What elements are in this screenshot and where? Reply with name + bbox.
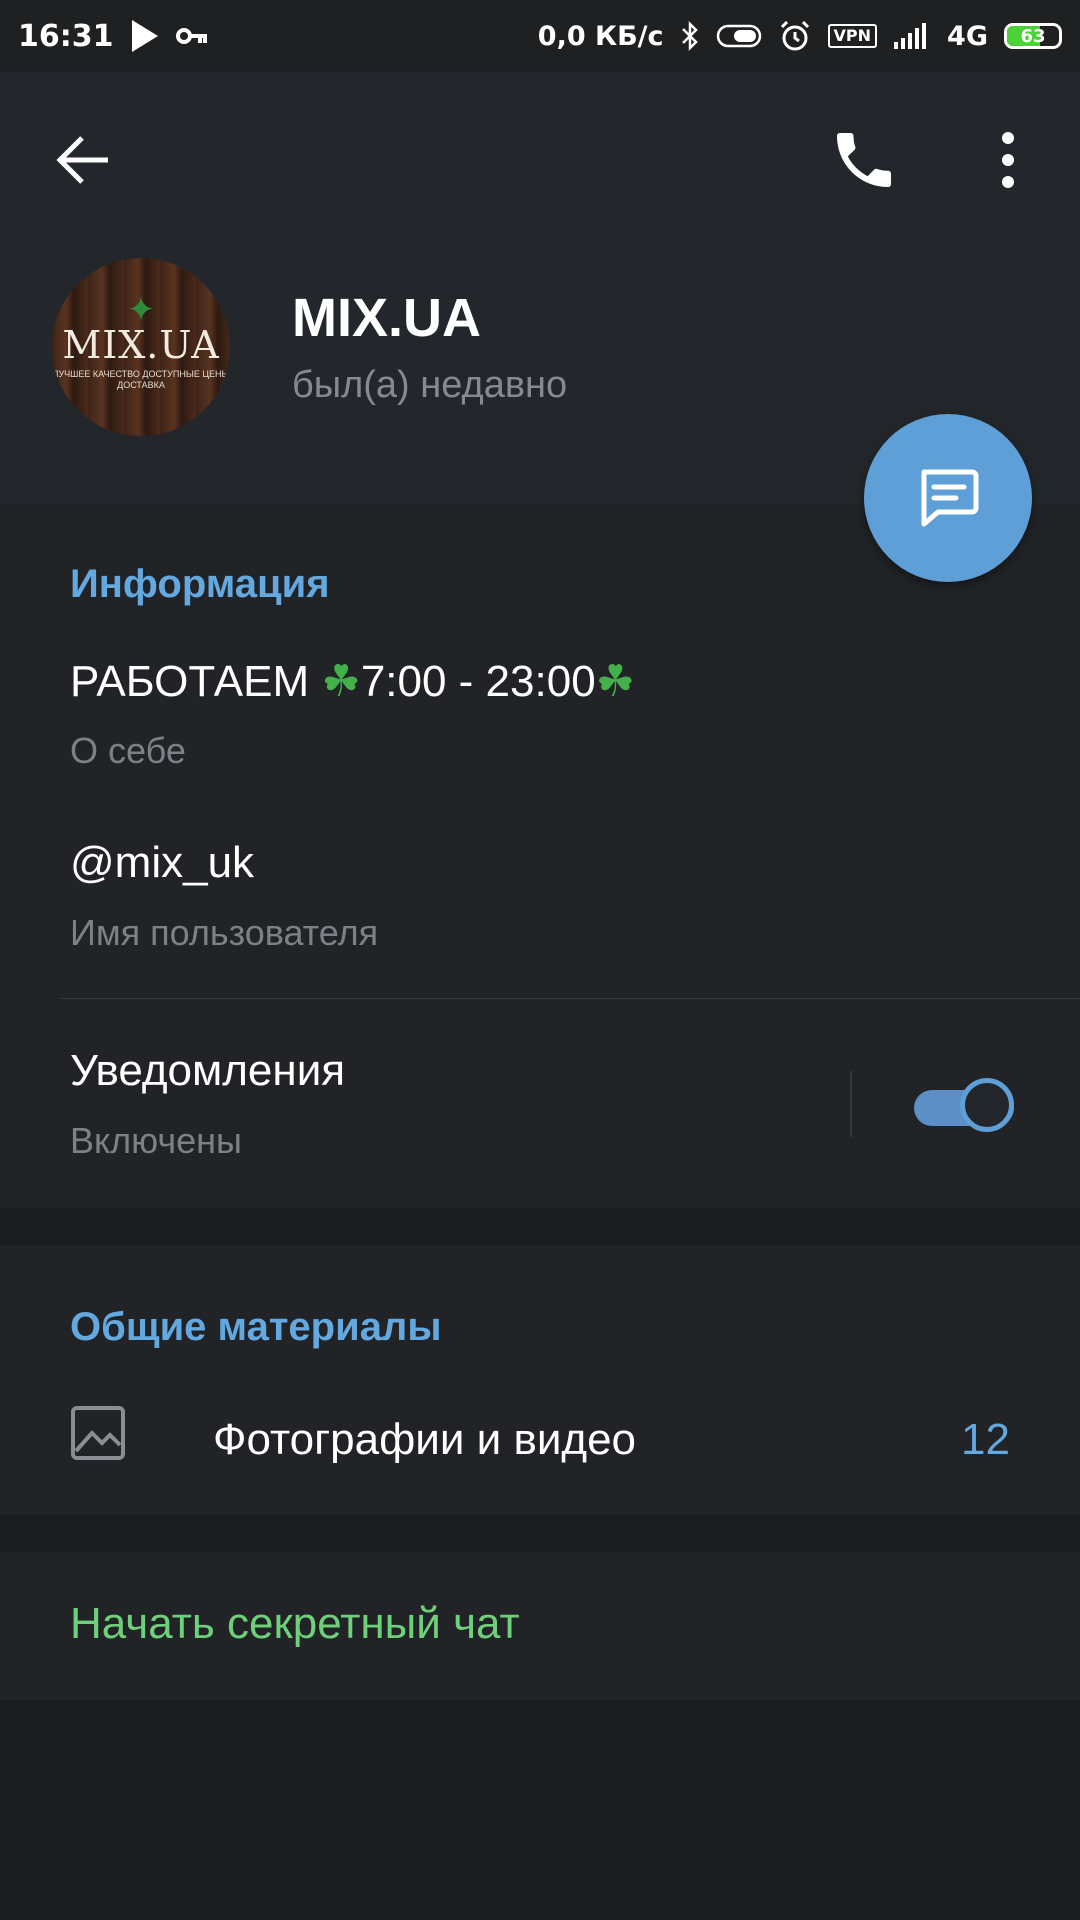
back-arrow-icon[interactable] (52, 128, 116, 192)
signal-icon (894, 23, 927, 49)
clover-icon: ☘ (595, 657, 636, 706)
photo-icon (71, 1406, 125, 1460)
vertical-divider (850, 1071, 852, 1137)
play-icon (131, 20, 158, 52)
network-speed: 0,0 КБ/с (537, 20, 664, 52)
leaf-icon: ✦ (126, 291, 156, 329)
send-message-button[interactable] (864, 414, 1032, 582)
network-type: 4G (947, 20, 988, 52)
divider (60, 998, 1080, 999)
photos-count: 12 (961, 1415, 1010, 1464)
vpn-icon: VPN (827, 24, 878, 48)
toggle-knob (960, 1078, 1014, 1132)
shared-media-section: Общие материалы Фотографии и видео 12 (0, 1245, 1080, 1515)
notifications-toggle[interactable] (914, 1074, 1018, 1138)
bluetooth-icon (681, 20, 698, 52)
message-icon (921, 469, 979, 527)
photos-videos-item[interactable]: Фотографии и видео (213, 1415, 636, 1465)
key-icon (175, 28, 207, 44)
battery-level: 63 (1020, 25, 1046, 47)
notifications-status: Включены (70, 1120, 242, 1161)
bio-hours: 7:00 - 23:00 (360, 657, 596, 706)
notifications-title[interactable]: Уведомления (70, 1046, 345, 1096)
avatar-logo-text: MIX.UA (62, 323, 220, 367)
battery-icon: 63 (1004, 23, 1062, 49)
info-section-title: Информация (70, 562, 330, 606)
alarm-icon (780, 20, 809, 51)
secret-chat-section: Начать секретный чат (0, 1552, 1080, 1700)
profile-name: MIX.UA (292, 288, 481, 348)
start-secret-chat-button[interactable]: Начать секретный чат (70, 1599, 520, 1649)
more-vert-icon[interactable] (984, 124, 1032, 196)
avatar[interactable]: ✦ MIX.UA ЛУЧШЕЕ КАЧЕСТВО ДОСТУПНЫЕ ЦЕНЫ … (52, 258, 230, 436)
clover-icon: ☘ (321, 657, 361, 706)
status-time: 16:31 (18, 18, 114, 54)
username-value[interactable]: @mix_uk (70, 838, 254, 888)
bio-prefix: РАБОТАЕМ (70, 657, 322, 706)
info-section: Информация РАБОТАЕМ ☘7:00 - 23:00☘ О себ… (0, 504, 1080, 1208)
phone-icon[interactable] (828, 124, 900, 196)
shared-media-title: Общие материалы (70, 1305, 442, 1349)
avatar-tagline: ЛУЧШЕЕ КАЧЕСТВО ДОСТУПНЫЕ ЦЕНЫ ДОСТАВКА (52, 369, 230, 390)
toggle-icon (716, 24, 761, 48)
bio-text[interactable]: РАБОТАЕМ ☘7:00 - 23:00☘ (70, 656, 635, 707)
last-seen-status: был(а) недавно (292, 364, 568, 406)
bio-label: О себе (70, 730, 186, 771)
status-bar: 16:31 0,0 КБ/с VPN 4G 63 (0, 0, 1080, 72)
username-label: Имя пользователя (70, 912, 379, 953)
